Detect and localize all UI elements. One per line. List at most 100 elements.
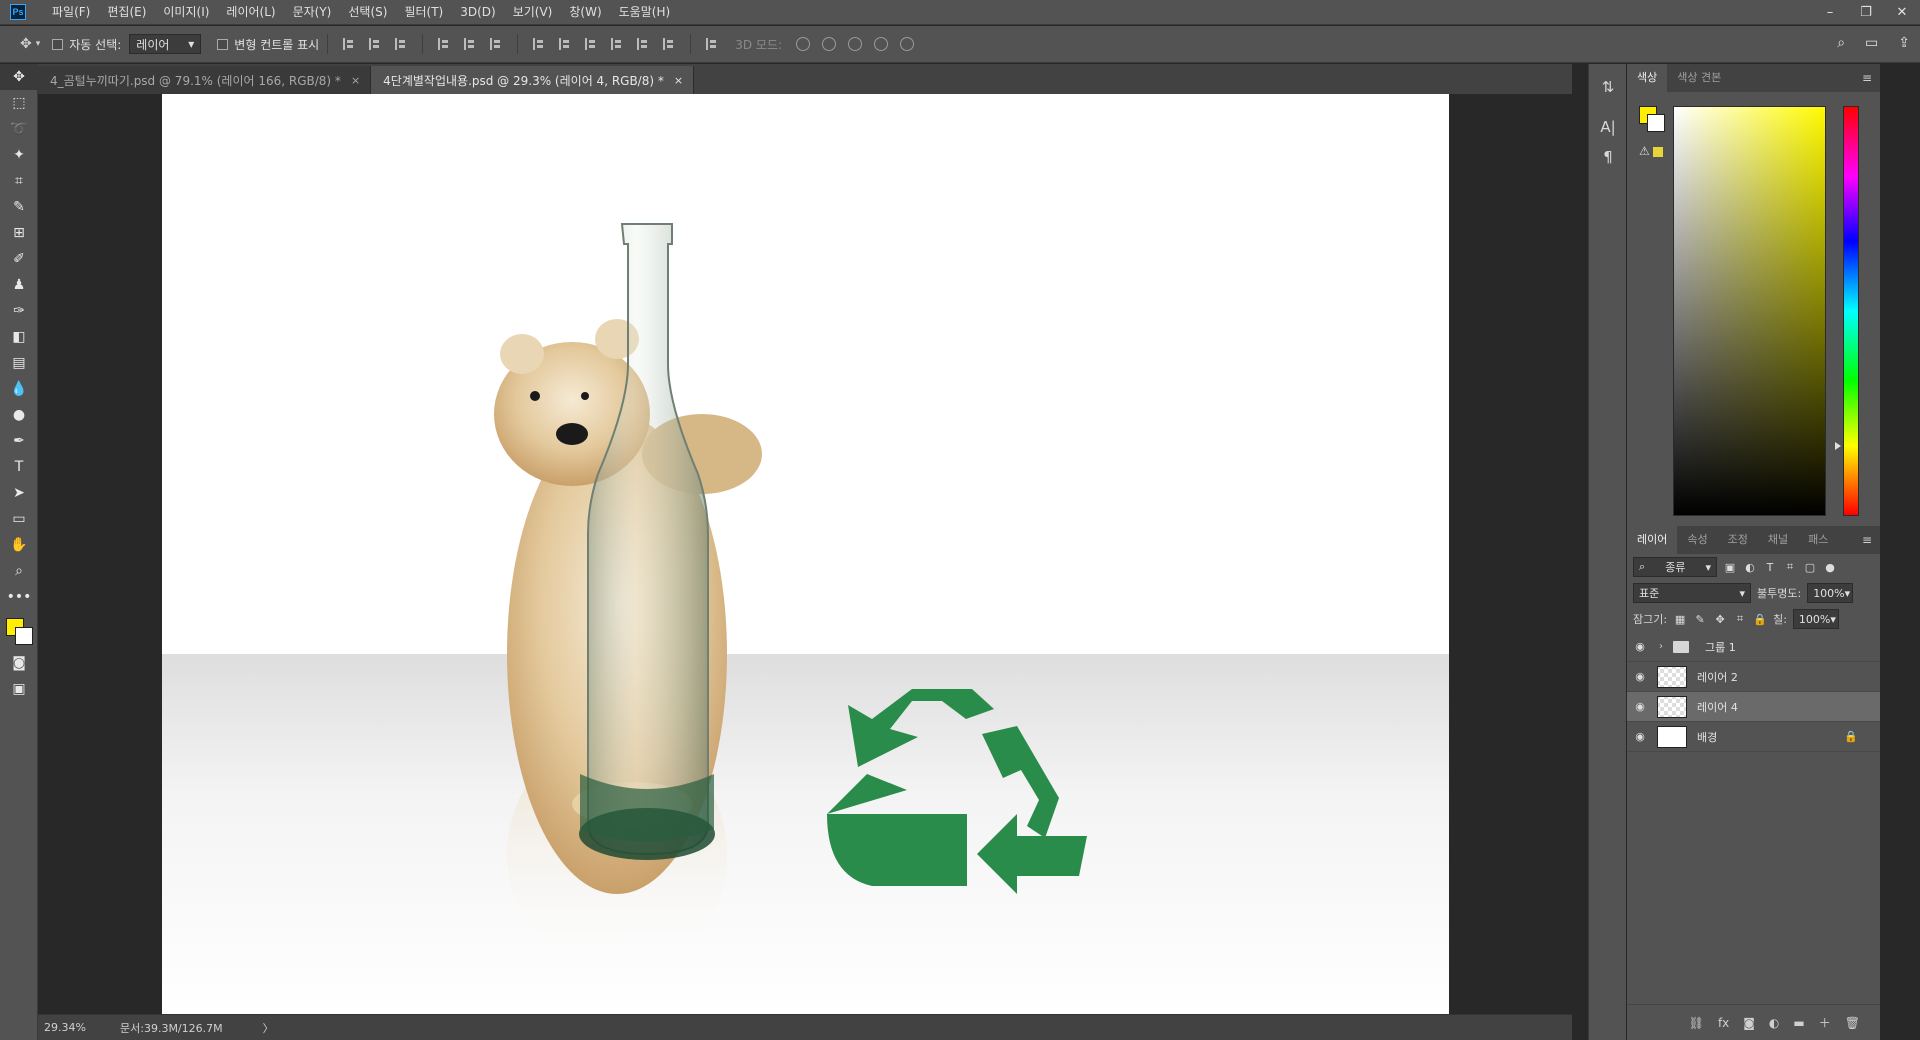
restore-icon[interactable]: ❐ bbox=[1848, 0, 1884, 25]
layer-filter-dropdown[interactable]: ⌕ 종류 ▾ bbox=[1633, 557, 1717, 577]
hand-tool-icon[interactable]: ✋ bbox=[0, 532, 38, 558]
lock-position-icon[interactable]: ✥ bbox=[1713, 613, 1727, 626]
menu-view[interactable]: 보기(V) bbox=[505, 0, 562, 25]
layer-row-layer-2[interactable]: ◉ 레이어 2 bbox=[1627, 662, 1880, 692]
menu-window[interactable]: 창(W) bbox=[561, 0, 610, 25]
tab-channels[interactable]: 채널 bbox=[1758, 526, 1798, 554]
character-icon[interactable]: A| bbox=[1589, 112, 1627, 142]
3d-scale-icon[interactable] bbox=[900, 37, 915, 51]
magic-wand-icon[interactable]: ✦ bbox=[0, 142, 38, 168]
tab-paths[interactable]: 패스 bbox=[1798, 526, 1838, 554]
align-bottom-icon[interactable] bbox=[395, 38, 407, 50]
3d-rotate-icon[interactable] bbox=[796, 37, 811, 51]
document-canvas[interactable] bbox=[162, 94, 1449, 1014]
visibility-eye-icon[interactable]: ◉ bbox=[1627, 730, 1653, 743]
layer-row-group-1[interactable]: ◉ › 그룹 1 bbox=[1627, 632, 1880, 662]
adjustment-filter-icon[interactable]: ◐ bbox=[1743, 561, 1757, 574]
distribute-top-icon[interactable] bbox=[533, 38, 545, 50]
distribute-right-icon[interactable] bbox=[663, 38, 675, 50]
type-filter-icon[interactable]: T bbox=[1763, 561, 1777, 574]
align-left-icon[interactable] bbox=[438, 38, 450, 50]
eyedropper-icon[interactable]: ✎ bbox=[0, 194, 38, 220]
tab-adjustments[interactable]: 조정 bbox=[1718, 526, 1758, 554]
lock-all-icon[interactable]: 🔒 bbox=[1753, 613, 1767, 626]
filter-toggle-icon[interactable]: ● bbox=[1823, 561, 1837, 574]
menu-help[interactable]: 도움말(H) bbox=[611, 0, 680, 25]
fx-icon[interactable]: fx bbox=[1718, 1016, 1729, 1030]
tab-properties[interactable]: 속성 bbox=[1677, 526, 1717, 554]
more-tools-icon[interactable]: ••• bbox=[0, 584, 38, 610]
move-tool-icon[interactable]: ✥ bbox=[0, 64, 38, 90]
distribute-hcenter-icon[interactable] bbox=[637, 38, 649, 50]
checkbox-box[interactable] bbox=[52, 38, 64, 50]
layer-row-background[interactable]: ◉ 배경 🔒 bbox=[1627, 722, 1880, 752]
type-tool-icon[interactable]: T bbox=[0, 454, 38, 480]
hue-slider[interactable] bbox=[1843, 106, 1859, 516]
color-swatches[interactable] bbox=[0, 610, 38, 650]
visibility-eye-icon[interactable]: ◉ bbox=[1627, 640, 1653, 653]
menu-3d[interactable]: 3D(D) bbox=[452, 0, 504, 25]
gradient-tool-icon[interactable]: ▤ bbox=[0, 350, 38, 376]
align-vcenter-icon[interactable] bbox=[369, 38, 381, 50]
stamp-tool-icon[interactable]: ♟ bbox=[0, 272, 38, 298]
auto-select-dropdown[interactable]: 레이어 ▾ bbox=[129, 34, 202, 54]
history-brush-icon[interactable]: ✑ bbox=[0, 298, 38, 324]
dodge-tool-icon[interactable]: ● bbox=[0, 402, 38, 428]
color-field[interactable] bbox=[1673, 106, 1826, 516]
zoom-tool-icon[interactable]: ⌕ bbox=[0, 558, 38, 584]
tab-document-2[interactable]: 4단계별작업내용.psd @ 29.3% (레이어 4, RGB/8) * × bbox=[371, 66, 695, 94]
background-swatch[interactable] bbox=[1647, 114, 1665, 132]
background-color[interactable] bbox=[15, 627, 33, 645]
zoom-level[interactable]: 29.34% bbox=[38, 1021, 116, 1034]
distribute-vcenter-icon[interactable] bbox=[559, 38, 571, 50]
auto-select-checkbox[interactable]: 자동 선택: bbox=[52, 36, 121, 53]
3d-slide-icon[interactable] bbox=[874, 37, 889, 51]
crop-tool-icon[interactable]: ⌗ bbox=[0, 168, 38, 194]
fill-input[interactable]: 100% ▾ bbox=[1792, 609, 1839, 629]
lock-transparent-icon[interactable]: ▦ bbox=[1673, 613, 1687, 626]
close-icon[interactable]: × bbox=[351, 74, 360, 87]
3d-drag-icon[interactable] bbox=[848, 37, 863, 51]
marquee-tool-icon[interactable]: ⬚ bbox=[0, 90, 38, 116]
blur-tool-icon[interactable]: 💧 bbox=[0, 376, 38, 402]
align-right-icon[interactable] bbox=[490, 38, 502, 50]
shape-filter-icon[interactable]: ⌗ bbox=[1783, 560, 1797, 574]
checkbox-box[interactable] bbox=[217, 38, 229, 50]
auto-align-icon[interactable] bbox=[706, 38, 718, 50]
status-menu-arrow[interactable]: 〉 bbox=[263, 1020, 274, 1036]
eraser-tool-icon[interactable]: ◧ bbox=[0, 324, 38, 350]
menu-image[interactable]: 이미지(I) bbox=[155, 0, 218, 25]
layer-row-layer-4[interactable]: ◉ 레이어 4 bbox=[1627, 692, 1880, 722]
distribute-left-icon[interactable] bbox=[611, 38, 623, 50]
add-mask-icon[interactable]: ◙ bbox=[1743, 1016, 1755, 1030]
visibility-eye-icon[interactable]: ◉ bbox=[1627, 670, 1653, 683]
gamut-warning-icon[interactable]: ⚠ bbox=[1639, 144, 1663, 158]
healing-brush-icon[interactable]: ⊞ bbox=[0, 220, 38, 246]
tab-swatches[interactable]: 색상 견본 bbox=[1667, 64, 1731, 92]
hue-slider-handle[interactable] bbox=[1835, 442, 1841, 450]
tab-color[interactable]: 색상 bbox=[1627, 64, 1668, 92]
align-top-icon[interactable] bbox=[343, 38, 355, 50]
quick-mask-icon[interactable]: ◙ bbox=[0, 650, 38, 676]
lock-artboard-icon[interactable]: ⌗ bbox=[1733, 612, 1747, 626]
menu-filter[interactable]: 필터(T) bbox=[396, 0, 452, 25]
transform-controls-checkbox[interactable]: 변형 컨트롤 표시 bbox=[217, 36, 319, 53]
new-layer-icon[interactable]: ＋ bbox=[1819, 1014, 1831, 1031]
minimize-icon[interactable]: – bbox=[1812, 0, 1848, 25]
share-icon[interactable]: ⇪ bbox=[1898, 35, 1910, 51]
visibility-eye-icon[interactable]: ◉ bbox=[1627, 700, 1653, 713]
trash-icon[interactable]: 🗑 bbox=[1845, 1016, 1860, 1030]
menu-file[interactable]: 파일(F) bbox=[44, 0, 99, 25]
chevron-right-icon[interactable]: › bbox=[1659, 641, 1663, 652]
move-tool-icon[interactable]: ✥ bbox=[20, 36, 32, 52]
search-icon[interactable]: ⌕ bbox=[1837, 35, 1845, 51]
close-icon[interactable]: × bbox=[674, 74, 683, 87]
distribute-bottom-icon[interactable] bbox=[585, 38, 597, 50]
tab-layers[interactable]: 레이어 bbox=[1627, 526, 1678, 554]
workspace-icon[interactable]: ▭ bbox=[1865, 35, 1878, 51]
adjustment-layer-icon[interactable]: ◐ bbox=[1769, 1016, 1779, 1030]
blend-mode-dropdown[interactable]: 표준 ▾ bbox=[1633, 583, 1751, 603]
brush-tool-icon[interactable]: ✐ bbox=[0, 246, 38, 272]
pen-tool-icon[interactable]: ✒ bbox=[0, 428, 38, 454]
pixel-filter-icon[interactable]: ▣ bbox=[1723, 561, 1737, 574]
